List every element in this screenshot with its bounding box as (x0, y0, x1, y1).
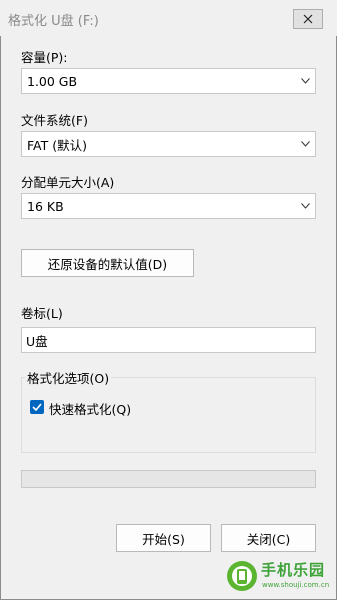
capacity-label: 容量(P): (21, 50, 68, 65)
format-progress-bar (21, 470, 316, 488)
capacity-value: 1.00 GB (27, 73, 78, 89)
watermark-text: 手机乐园 (261, 561, 326, 579)
close-button[interactable]: 关闭(C) (221, 524, 316, 552)
filesystem-label: 文件系统(F) (21, 113, 88, 128)
title-bar: 格式化 U盘 (F:) (0, 0, 337, 36)
quick-format-label[interactable]: 快速格式化(Q) (49, 399, 131, 418)
volume-label-input[interactable]: U盘 (21, 327, 316, 353)
watermark-phone-icon (227, 561, 257, 591)
capacity-dropdown[interactable]: 1.00 GB (21, 68, 316, 94)
close-icon (303, 14, 313, 24)
quick-format-checkbox[interactable] (30, 400, 44, 414)
restore-defaults-button[interactable]: 还原设备的默认值(D) (21, 249, 194, 277)
watermark-logo: 手机乐园 www.shouji.com.cn (226, 557, 332, 595)
allocation-label: 分配单元大小(A) (21, 175, 115, 190)
filesystem-dropdown[interactable]: FAT (默认) (21, 131, 316, 157)
start-button[interactable]: 开始(S) (116, 524, 211, 552)
watermark-url: www.shouji.com.cn (262, 581, 330, 589)
allocation-value: 16 KB (27, 198, 64, 214)
window-title: 格式化 U盘 (F:) (8, 14, 99, 29)
filesystem-value: FAT (默认) (27, 137, 87, 153)
chevron-down-icon (295, 203, 315, 209)
check-icon (32, 403, 42, 411)
allocation-dropdown[interactable]: 16 KB (21, 193, 316, 219)
close-window-button[interactable] (293, 9, 323, 29)
format-options-title: 格式化选项(O) (25, 368, 112, 387)
volume-label: 卷标(L) (21, 306, 63, 321)
chevron-down-icon (295, 78, 315, 84)
chevron-down-icon (295, 141, 315, 147)
